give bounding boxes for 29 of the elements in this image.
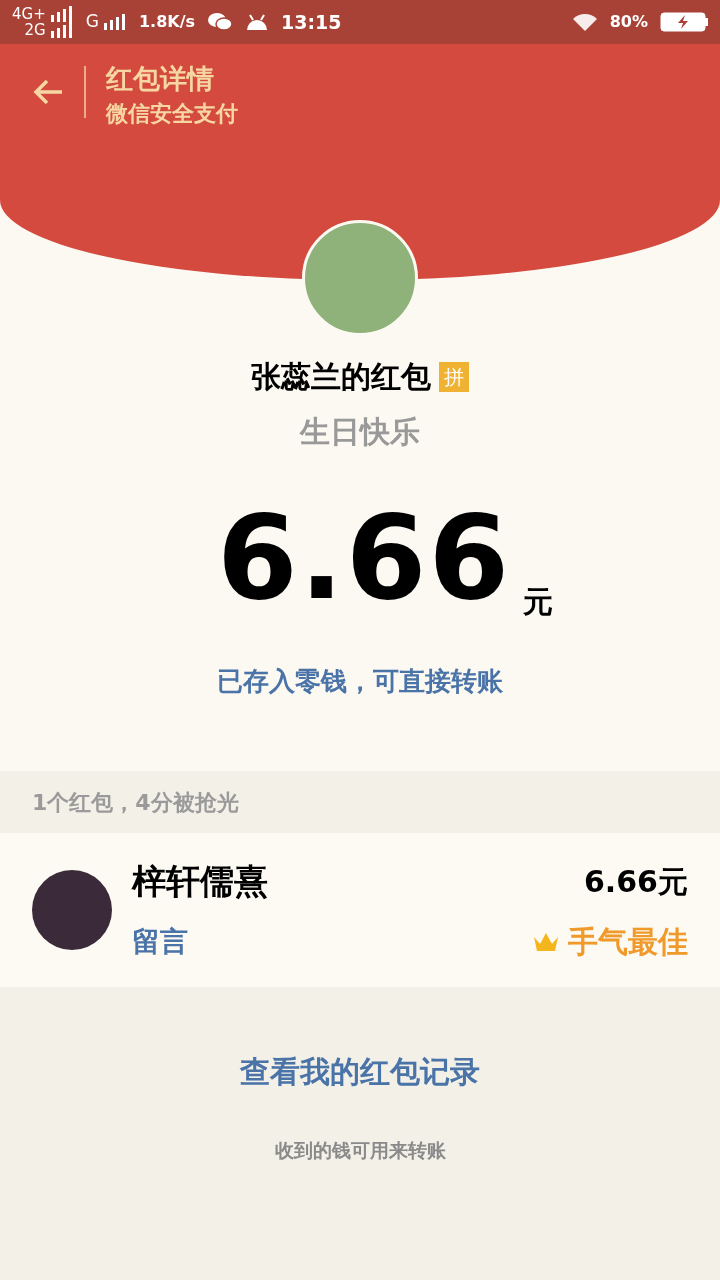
signal-icon [49,6,74,22]
network-label: G [85,10,99,34]
wifi-icon [571,12,598,32]
page-subtitle: 微信安全支付 [106,100,238,128]
back-arrow-icon [32,78,64,106]
footer-note: 收到的钱可用来转账 [274,1138,446,1163]
packet-history-link[interactable]: 查看我的红包记录 [240,1049,480,1094]
amount-value: 6.66 [216,500,512,616]
android-icon [245,12,270,32]
greeting-text: 生日快乐 [300,413,420,451]
network-label: 2G [24,22,46,38]
battery-charging-icon [660,12,708,32]
best-luck-label: 手气最佳 [568,923,688,961]
recipient-name: 梓轩儒熹 [132,860,268,903]
signal-icon [102,12,127,32]
summary-text: 1个红包，4分被抢光 [32,788,239,817]
sender-title: 张蕊兰的红包 [251,358,431,396]
network-label: 4G+ [12,6,46,22]
recipient-amount: 6.66元 [583,863,688,901]
page-title: 红包详情 [106,62,215,96]
network-speed: 1.8K/s [138,11,196,33]
message-label: 留言 [132,923,188,960]
signal-icon [49,22,74,38]
currency-unit: 元 [523,583,554,621]
battery-percent: 80% [609,11,648,33]
group-badge: 拼 [439,361,469,392]
balance-note: 已存入零钱，可直接转账 [217,665,503,698]
clock: 13:15 [281,9,342,35]
chat-bubbles-icon [207,12,234,32]
